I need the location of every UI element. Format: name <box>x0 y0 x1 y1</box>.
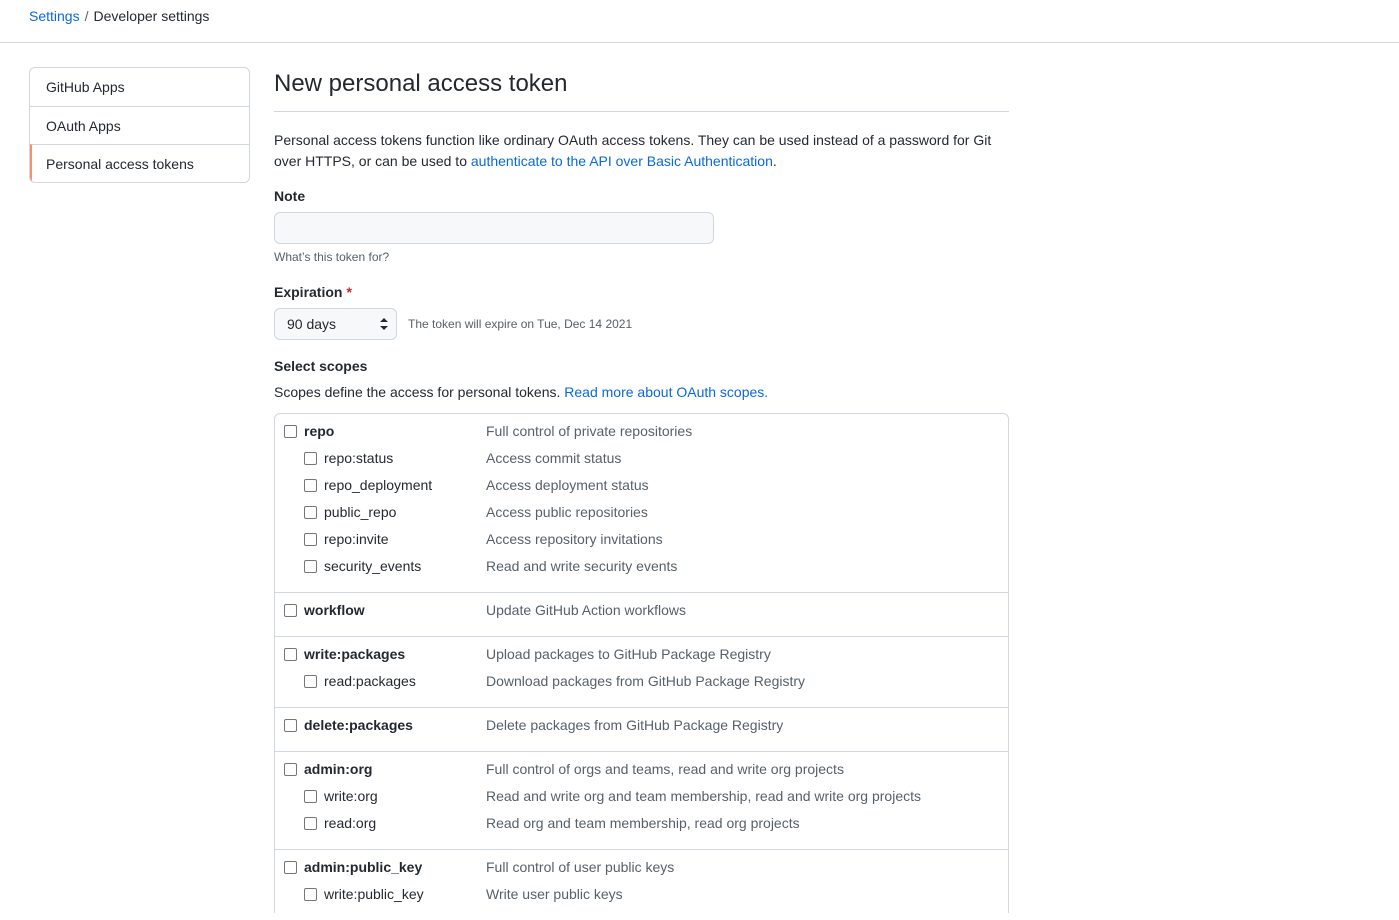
expiration-selected-value: 90 days <box>287 316 337 332</box>
scope-row: repo:status Access commit status <box>275 450 1008 478</box>
scope-row: read:org Read org and team membership, re… <box>275 815 1008 843</box>
scope-description: Upload packages to GitHub Package Regist… <box>486 646 771 662</box>
scope-checkbox[interactable] <box>304 888 317 901</box>
scope-checkbox[interactable] <box>284 763 297 776</box>
scope-row: admin:public_key Full control of user pub… <box>275 859 1008 887</box>
scope-checkbox[interactable] <box>304 675 317 688</box>
scope-checkbox[interactable] <box>284 861 297 874</box>
scope-row: security_events Read and write security e… <box>275 558 1008 586</box>
intro-text-end: . <box>772 153 777 169</box>
top-bar: Settings / Developer settings <box>0 0 1399 43</box>
scopes-description: Scopes define the access for personal to… <box>274 384 768 400</box>
scope-name: security_events <box>324 558 422 574</box>
scopes-list: repo Full control of private repositories… <box>274 413 1009 913</box>
scope-row: admin:org Full control of orgs and teams,… <box>275 761 1008 789</box>
scope-description: Download packages from GitHub Package Re… <box>486 673 806 689</box>
scope-row: read:packages Download packages from GitH… <box>275 673 1008 701</box>
scope-checkbox[interactable] <box>304 790 317 803</box>
scope-description: Read and write security events <box>486 558 678 574</box>
breadcrumb-current: Developer settings <box>93 8 210 24</box>
scope-group-admin-public-key: admin:public_key Full control of user pub… <box>275 849 1008 920</box>
scope-description: Access deployment status <box>486 477 649 493</box>
scope-row: workflow Update GitHub Action workflows <box>275 602 1008 630</box>
scope-row: write:org Read and write org and team mem… <box>275 788 1008 816</box>
scope-name: workflow <box>304 602 365 618</box>
required-mark: * <box>346 284 352 300</box>
scope-row: repo:invite Access repository invitations <box>275 531 1008 559</box>
scope-checkbox[interactable] <box>304 506 317 519</box>
scope-row: write:public_key Write user public keys <box>275 886 1008 914</box>
scope-group-write-packages: write:packages Upload packages to GitHub … <box>275 636 1008 707</box>
scope-description: Delete packages from GitHub Package Regi… <box>486 717 784 733</box>
scopes-label: Select scopes <box>274 358 368 374</box>
scope-name: delete:packages <box>304 717 413 733</box>
scope-name: repo_deployment <box>324 477 433 493</box>
breadcrumb-settings-link[interactable]: Settings <box>29 8 80 24</box>
scope-description: Read org and team membership, read org p… <box>486 815 800 831</box>
scope-name: public_repo <box>324 504 397 520</box>
note-hint: What’s this token for? <box>274 250 390 264</box>
scope-checkbox[interactable] <box>304 479 317 492</box>
scope-group-admin-org: admin:org Full control of orgs and teams,… <box>275 751 1008 849</box>
breadcrumb: Settings / Developer settings <box>29 8 209 24</box>
scope-description: Full control of orgs and teams, read and… <box>486 761 844 777</box>
scope-group-delete-packages: delete:packages Delete packages from GitH… <box>275 707 1008 751</box>
sidebar-item-oauth-apps[interactable]: OAuth Apps <box>30 106 249 144</box>
main-content: New personal access token Personal acces… <box>274 70 1009 913</box>
scope-description: Full control of private repositories <box>486 423 693 439</box>
oauth-scopes-link[interactable]: Read more about OAuth scopes. <box>564 384 768 400</box>
scope-description: Write user public keys <box>486 886 623 902</box>
scope-name: admin:public_key <box>304 859 423 875</box>
sidebar-item-personal-access-tokens[interactable]: Personal access tokens <box>30 144 249 182</box>
scope-name: read:packages <box>324 673 416 689</box>
scope-checkbox[interactable] <box>304 560 317 573</box>
scope-name: repo <box>304 423 335 439</box>
scope-description: Full control of user public keys <box>486 859 675 875</box>
scope-row: write:packages Upload packages to GitHub … <box>275 646 1008 674</box>
intro-text: Personal access tokens function like ord… <box>274 130 1009 172</box>
scope-name: write:packages <box>304 646 406 662</box>
expiration-label-text: Expiration <box>274 284 343 300</box>
scope-name: repo:invite <box>324 531 389 547</box>
scope-row: delete:packages Delete packages from GitH… <box>275 717 1008 745</box>
note-label: Note <box>274 188 306 204</box>
scope-row: repo Full control of private repositories <box>275 423 1008 451</box>
scope-checkbox[interactable] <box>284 719 297 732</box>
scope-name: repo:status <box>324 450 394 466</box>
scope-checkbox[interactable] <box>284 425 297 438</box>
scope-name: write:org <box>324 788 378 804</box>
scope-row: repo_deployment Access deployment status <box>275 477 1008 505</box>
scope-checkbox[interactable] <box>304 817 317 830</box>
scope-checkbox[interactable] <box>304 533 317 546</box>
scopes-description-text: Scopes define the access for personal to… <box>274 384 565 400</box>
page-title: New personal access token <box>274 70 1009 112</box>
scope-name: write:public_key <box>324 886 424 902</box>
scope-checkbox[interactable] <box>304 452 317 465</box>
expiration-label: Expiration * <box>274 284 352 300</box>
scope-description: Access public repositories <box>486 504 648 520</box>
scope-description: Access commit status <box>486 450 622 466</box>
basic-auth-link[interactable]: authenticate to the API over Basic Authe… <box>471 153 773 169</box>
expiration-select[interactable]: 90 days <box>274 308 397 340</box>
scope-description: Update GitHub Action workflows <box>486 602 686 618</box>
note-input[interactable] <box>274 212 714 244</box>
scope-group-repo: repo Full control of private repositories… <box>275 414 1008 592</box>
scope-name: read:org <box>324 815 377 831</box>
scope-checkbox[interactable] <box>284 648 297 661</box>
breadcrumb-separator: / <box>84 8 89 24</box>
scope-description: Read and write org and team membership, … <box>486 788 921 804</box>
scope-name: admin:org <box>304 761 373 777</box>
scope-group-workflow: workflow Update GitHub Action workflows <box>275 592 1008 636</box>
scope-checkbox[interactable] <box>284 604 297 617</box>
scope-row: public_repo Access public repositories <box>275 504 1008 532</box>
scope-description: Access repository invitations <box>486 531 663 547</box>
sidebar-nav: GitHub Apps OAuth Apps Personal access t… <box>29 67 250 183</box>
expiration-note: The token will expire on Tue, Dec 14 202… <box>408 317 633 331</box>
sidebar-item-github-apps[interactable]: GitHub Apps <box>30 68 249 106</box>
select-arrows-icon <box>380 318 388 330</box>
